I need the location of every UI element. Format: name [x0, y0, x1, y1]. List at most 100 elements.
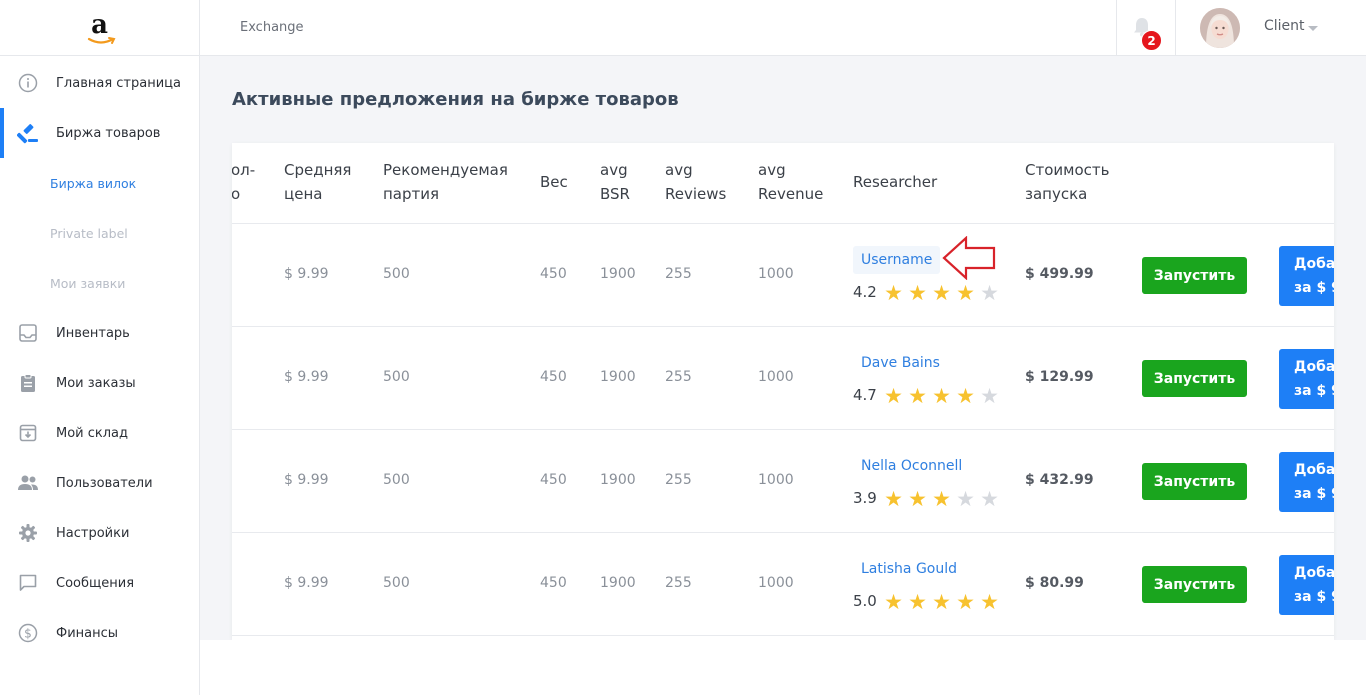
add-button-line: за $ 9 [1294, 383, 1334, 399]
avg-price-cell: $ 9.99 [284, 266, 329, 282]
revenue-cell: 1000 [758, 369, 794, 385]
column-header-line: Рекомендуемая [383, 161, 508, 179]
launch-cost-cell: $ 80.99 [1025, 575, 1084, 591]
researcher-link[interactable]: Dave Bains [853, 349, 948, 377]
bsr-cell: 1900 [600, 266, 636, 282]
rating-value: 3.9 [853, 489, 877, 507]
star-filled-icon: ★ [884, 590, 903, 614]
column-header-line: Revenue [758, 185, 824, 203]
add-button[interactable]: Добав за $ 9 [1279, 246, 1334, 306]
sidebar-item-finance[interactable]: $ Финансы [0, 608, 199, 658]
chat-icon [17, 572, 39, 594]
bsr-cell: 1900 [600, 472, 636, 488]
avg-price-cell: $ 9.99 [284, 575, 329, 591]
researcher-link[interactable]: Nella Oconnell [853, 452, 970, 480]
column-header-avg-reviews[interactable]: avg Reviews [665, 158, 726, 206]
star-filled-icon: ★ [884, 281, 903, 305]
column-header-avg-revenue[interactable]: avg Revenue [758, 158, 823, 206]
sidebar-item-settings[interactable]: Настройки [0, 508, 199, 558]
rating-value: 4.2 [853, 283, 877, 301]
sidebar-item-users[interactable]: Пользователи [0, 458, 199, 508]
inbox-icon [17, 322, 39, 344]
rating-value: 5.0 [853, 592, 877, 610]
revenue-cell: 1000 [758, 266, 794, 282]
column-header-avg-bsr[interactable]: avg BSR [600, 158, 630, 206]
sidebar-item-orders[interactable]: Мои заказы [0, 358, 199, 408]
sidebar-subitem-my-requests[interactable]: Мои заявки [50, 276, 125, 291]
logo-area: a [0, 0, 199, 56]
batch-cell: 500 [383, 266, 410, 282]
researcher-link[interactable]: Latisha Gould [853, 555, 965, 583]
column-header-line: Стоимость [1025, 161, 1110, 179]
add-button-line: за $ 9 [1294, 589, 1334, 605]
launch-button[interactable]: Запустить [1142, 566, 1247, 603]
sidebar-subitem-private-label[interactable]: Private label [50, 226, 128, 241]
user-menu-name[interactable]: Client [1264, 18, 1305, 34]
add-button[interactable]: Добав за $ 9 [1279, 452, 1334, 512]
star-rating: ★ ★ ★ ★ ★ [882, 487, 1001, 511]
column-header-launch-cost[interactable]: Стоимость запуска [1025, 158, 1109, 206]
batch-cell: 500 [383, 472, 410, 488]
star-filled-icon: ★ [980, 590, 999, 614]
column-header-avg-price[interactable]: Средняя цена [284, 158, 351, 206]
sidebar-item-messages[interactable]: Сообщения [0, 558, 199, 608]
offers-table: ол- о Средняя цена Рекомендуемая партия … [232, 143, 1334, 640]
add-button-line: Добав [1294, 462, 1334, 478]
sidebar-item-home[interactable]: Главная страница [0, 58, 199, 108]
sidebar-item-label: Пользователи [56, 475, 153, 491]
breadcrumb[interactable]: Exchange [240, 20, 304, 35]
gavel-icon [17, 122, 39, 144]
notifications-button[interactable]: 2 [1116, 0, 1176, 56]
sidebar-item-label: Главная страница [56, 75, 181, 91]
sidebar-item-exchange[interactable]: Биржа товаров [0, 108, 199, 158]
star-filled-icon: ★ [884, 487, 903, 511]
avatar[interactable] [1200, 8, 1240, 48]
star-filled-icon: ★ [908, 384, 927, 408]
rating-value: 4.7 [853, 386, 877, 404]
notification-badge: 2 [1141, 30, 1162, 51]
column-header-line: avg [758, 161, 786, 179]
column-header-researcher[interactable]: Researcher [853, 170, 937, 194]
star-empty-icon: ★ [956, 487, 975, 511]
column-header-line: цена [284, 185, 323, 203]
researcher-link[interactable]: Username [853, 246, 941, 274]
add-button-line: Добав [1294, 565, 1334, 581]
launch-cost-cell: $ 129.99 [1025, 369, 1094, 385]
sidebar-item-label: Мои заказы [56, 375, 136, 391]
table-row: $ 9.99 500 450 1900 255 1000 Username 4.… [232, 223, 1334, 326]
sidebar-item-label: Финансы [56, 625, 119, 641]
star-filled-icon: ★ [884, 384, 903, 408]
revenue-cell: 1000 [758, 575, 794, 591]
column-header-recommended-batch[interactable]: Рекомендуемая партия [383, 158, 508, 206]
star-filled-icon: ★ [956, 590, 975, 614]
chevron-down-icon[interactable] [1308, 26, 1318, 31]
launch-button[interactable]: Запустить [1142, 257, 1247, 294]
star-filled-icon: ★ [932, 384, 951, 408]
dollar-circle-icon: $ [17, 622, 39, 644]
revenue-cell: 1000 [758, 472, 794, 488]
weight-cell: 450 [540, 266, 567, 282]
star-empty-icon: ★ [980, 487, 999, 511]
column-header-weight[interactable]: Вес [540, 170, 568, 194]
sidebar-item-warehouse[interactable]: Мой склад [0, 408, 199, 458]
amazon-logo[interactable]: a [87, 12, 116, 44]
add-button[interactable]: Добав за $ 9 [1279, 349, 1334, 409]
launch-button[interactable]: Запустить [1142, 360, 1247, 397]
column-header-line: avg [600, 161, 628, 179]
column-header-line: avg [665, 161, 693, 179]
table-row: $ 9.99 500 450 1900 255 1000 Nella Oconn… [232, 429, 1334, 532]
column-header-line: ол- [232, 161, 256, 179]
sidebar-item-inventory[interactable]: Инвентарь [0, 308, 199, 358]
star-empty-icon: ★ [980, 384, 999, 408]
sidebar-subitem-forks[interactable]: Биржа вилок [50, 176, 136, 191]
add-button[interactable]: Добав за $ 9 [1279, 555, 1334, 615]
star-filled-icon: ★ [932, 281, 951, 305]
column-header-line: BSR [600, 185, 630, 203]
star-rating: ★ ★ ★ ★ ★ [882, 590, 1001, 614]
weight-cell: 450 [540, 369, 567, 385]
launch-cost-cell: $ 432.99 [1025, 472, 1094, 488]
launch-button[interactable]: Запустить [1142, 463, 1247, 500]
table-row: $ 9.99 500 450 1900 255 1000 Latisha Gou… [232, 532, 1334, 635]
column-header-line: Reviews [665, 185, 727, 203]
add-button-line: Добав [1294, 256, 1334, 272]
